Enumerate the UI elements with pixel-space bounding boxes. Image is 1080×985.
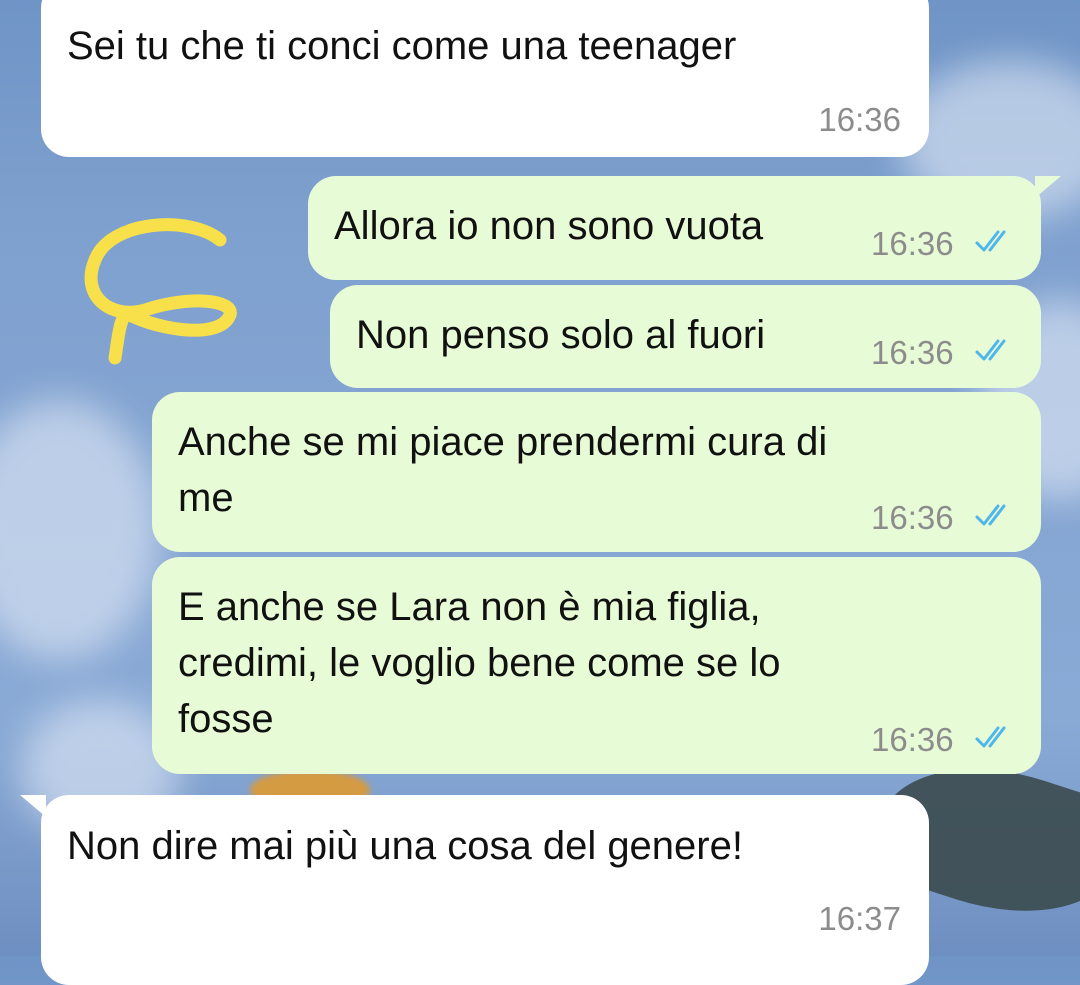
message-text: E anche se Lara non è mia figlia, credim…	[178, 585, 781, 741]
message-bubble-outgoing[interactable]: Anche se mi piace prendermi cura di me 1…	[152, 392, 1041, 552]
double-check-icon	[975, 339, 1006, 361]
double-check-icon	[975, 230, 1006, 252]
double-check-icon	[975, 726, 1006, 748]
message-text: Anche se mi piace prendermi cura di me	[178, 420, 828, 520]
bubble-tail	[1035, 176, 1061, 198]
message-bubble-outgoing[interactable]: E anche se Lara non è mia figlia, credim…	[152, 557, 1041, 774]
message-timestamp: 16:37	[818, 900, 901, 937]
message-timestamp: 16:36	[871, 499, 954, 536]
message-text: Allora io non sono vuota	[334, 204, 764, 248]
message-bubble-outgoing[interactable]: Non penso solo al fuori 16:36	[330, 285, 1041, 388]
message-timestamp: 16:36	[818, 101, 901, 138]
message-bubble-incoming[interactable]: Non dire mai più una cosa del genere! 16…	[41, 795, 929, 985]
message-timestamp: 16:36	[871, 334, 954, 371]
message-text: Sei tu che ti conci come una teenager	[67, 24, 737, 68]
message-bubble-incoming[interactable]: Sei tu che ti conci come una teenager 16…	[41, 0, 929, 157]
message-timestamp: 16:36	[871, 721, 954, 758]
doodle-drawing	[84, 218, 237, 365]
message-bubble-outgoing[interactable]: Allora io non sono vuota 16:36	[308, 176, 1041, 280]
message-text: Non penso solo al fuori	[356, 313, 766, 357]
double-check-icon	[975, 504, 1006, 526]
message-text: Non dire mai più una cosa del genere!	[67, 824, 743, 868]
message-timestamp: 16:36	[871, 225, 954, 262]
